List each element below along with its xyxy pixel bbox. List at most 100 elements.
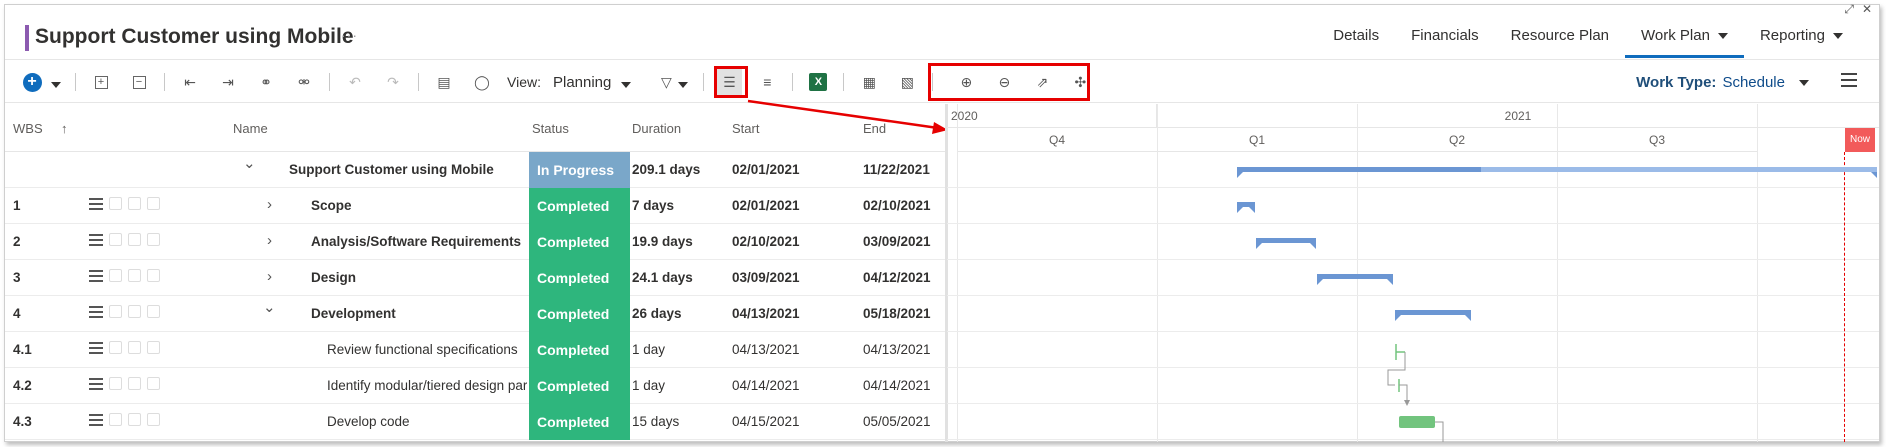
status-badge[interactable]: Completed	[529, 296, 630, 332]
col-duration[interactable]: Duration	[632, 121, 681, 136]
name-cell[interactable]: Design	[311, 270, 356, 285]
comment-icon[interactable]	[128, 341, 141, 354]
comment-icon[interactable]	[128, 197, 141, 210]
drag-handle-icon[interactable]	[89, 269, 103, 282]
table-row[interactable]: 4.3 Develop code Completed 15 days 04/15/20…	[5, 404, 947, 440]
status-badge[interactable]: Completed	[529, 368, 630, 404]
start-cell[interactable]: 03/09/2021	[732, 270, 800, 285]
dependency-lines	[1387, 344, 1444, 442]
task-bar-develop-code[interactable]	[1399, 416, 1435, 428]
duration-cell[interactable]: 209.1 days	[632, 162, 700, 177]
note-icon[interactable]	[109, 413, 122, 426]
drag-handle-icon[interactable]	[89, 197, 103, 210]
name-cell[interactable]: Support Customer using Mobile	[289, 162, 494, 177]
start-cell[interactable]: 04/13/2021	[732, 342, 800, 357]
note-icon[interactable]	[109, 377, 122, 390]
table-row[interactable]: 4 ⌄ Development Completed 26 days 04/13/2021…	[5, 296, 947, 332]
end-cell[interactable]: 03/09/2021	[863, 234, 931, 249]
name-cell[interactable]: Scope	[311, 198, 352, 213]
chevron-right-icon[interactable]: ›	[267, 196, 272, 213]
duration-cell[interactable]: 15 days	[632, 414, 679, 429]
status-badge[interactable]: Completed	[529, 224, 630, 260]
chevron-right-icon[interactable]: ›	[267, 232, 272, 249]
name-cell[interactable]: Develop code	[327, 414, 410, 429]
attachment-icon[interactable]	[147, 233, 160, 246]
status-badge[interactable]: Completed	[529, 404, 630, 440]
wbs-cell: 4	[13, 306, 21, 321]
end-cell[interactable]: 04/14/2021	[863, 378, 931, 393]
name-cell[interactable]: Identify modular/tiered design par	[327, 378, 527, 393]
end-cell[interactable]: 02/10/2021	[863, 198, 931, 213]
duration-cell[interactable]: 26 days	[632, 306, 682, 321]
attachment-icon[interactable]	[147, 341, 160, 354]
col-name[interactable]: Name	[233, 121, 268, 136]
wbs-cell: 4.2	[13, 378, 32, 393]
comment-icon[interactable]	[128, 233, 141, 246]
row-actions	[89, 233, 160, 246]
duration-cell[interactable]: 1 day	[632, 342, 665, 357]
drag-handle-icon[interactable]	[89, 233, 103, 246]
table-row[interactable]: ⌄ Support Customer using Mobile In Progres…	[5, 152, 947, 188]
chevron-down-icon[interactable]: ⌄	[243, 154, 256, 172]
table-row[interactable]: 4.2 Identify modular/tiered design par Co…	[5, 368, 947, 404]
wbs-cell: 4.1	[13, 342, 32, 357]
status-badge[interactable]: Completed	[529, 188, 630, 224]
attachment-icon[interactable]	[147, 305, 160, 318]
end-cell[interactable]: 11/22/2021	[863, 162, 930, 177]
row-actions	[89, 341, 160, 354]
gantt-chart: 2020 2021 Q4 Q1 Q2 Q3 Now	[947, 104, 1879, 442]
chevron-right-icon[interactable]: ›	[267, 268, 272, 285]
note-icon[interactable]	[109, 305, 122, 318]
col-start[interactable]: Start	[732, 121, 759, 136]
comment-icon[interactable]	[128, 269, 141, 282]
table-row[interactable]: 1 › Scope Completed 7 days 02/01/2021 02/10/2…	[5, 188, 947, 224]
attachment-icon[interactable]	[147, 197, 160, 210]
duration-cell[interactable]: 1 day	[632, 378, 665, 393]
attachment-icon[interactable]	[147, 269, 160, 282]
status-badge[interactable]: Completed	[529, 332, 630, 368]
note-icon[interactable]	[109, 269, 122, 282]
start-cell[interactable]: 02/01/2021	[732, 198, 800, 213]
status-badge[interactable]: In Progress	[529, 152, 630, 188]
name-cell[interactable]: Review functional specifications	[327, 342, 518, 357]
end-cell[interactable]: 04/13/2021	[863, 342, 931, 357]
drag-handle-icon[interactable]	[89, 377, 103, 390]
row-actions	[89, 197, 160, 210]
duration-cell[interactable]: 7 days	[632, 198, 674, 213]
comment-icon[interactable]	[128, 377, 141, 390]
end-cell[interactable]: 05/18/2021	[863, 306, 931, 321]
end-cell[interactable]: 04/12/2021	[863, 270, 931, 285]
table-row[interactable]: 3 › Design Completed 24.1 days 03/09/2021 04/…	[5, 260, 947, 296]
drag-handle-icon[interactable]	[89, 341, 103, 354]
comment-icon[interactable]	[128, 413, 141, 426]
comment-icon[interactable]	[128, 305, 141, 318]
start-cell[interactable]: 04/14/2021	[732, 378, 800, 393]
table-row[interactable]: 4.1 Review functional specifications Comp…	[5, 332, 947, 368]
drag-handle-icon[interactable]	[89, 305, 103, 318]
table-row[interactable]: 2 › Analysis/Software Requirements Complet…	[5, 224, 947, 260]
col-status[interactable]: Status	[532, 121, 569, 136]
drag-handle-icon[interactable]	[89, 413, 103, 426]
note-icon[interactable]	[109, 233, 122, 246]
attachment-icon[interactable]	[147, 377, 160, 390]
start-cell[interactable]: 04/13/2021	[732, 306, 800, 321]
chevron-down-icon[interactable]: ⌄	[263, 298, 276, 316]
duration-cell[interactable]: 19.9 days	[632, 234, 693, 249]
duration-cell[interactable]: 24.1 days	[632, 270, 693, 285]
sort-arrow-icon[interactable]: ↑	[61, 121, 68, 136]
col-end[interactable]: End	[863, 121, 886, 136]
name-cell[interactable]: Analysis/Software Requirements	[311, 234, 521, 249]
note-icon[interactable]	[109, 197, 122, 210]
row-actions	[89, 269, 160, 282]
end-cell[interactable]: 05/05/2021	[863, 414, 931, 429]
start-cell[interactable]: 04/15/2021	[732, 414, 800, 429]
attachment-icon[interactable]	[147, 413, 160, 426]
name-cell[interactable]: Development	[311, 306, 396, 321]
app-window: ⤢ ✕ Support Customer using Mobile ··· De…	[0, 0, 1886, 447]
note-icon[interactable]	[109, 341, 122, 354]
wbs-cell: 2	[13, 234, 21, 249]
start-cell[interactable]: 02/10/2021	[732, 234, 800, 249]
start-cell[interactable]: 02/01/2021	[732, 162, 800, 177]
col-wbs[interactable]: WBS	[13, 121, 43, 136]
status-badge[interactable]: Completed	[529, 260, 630, 296]
